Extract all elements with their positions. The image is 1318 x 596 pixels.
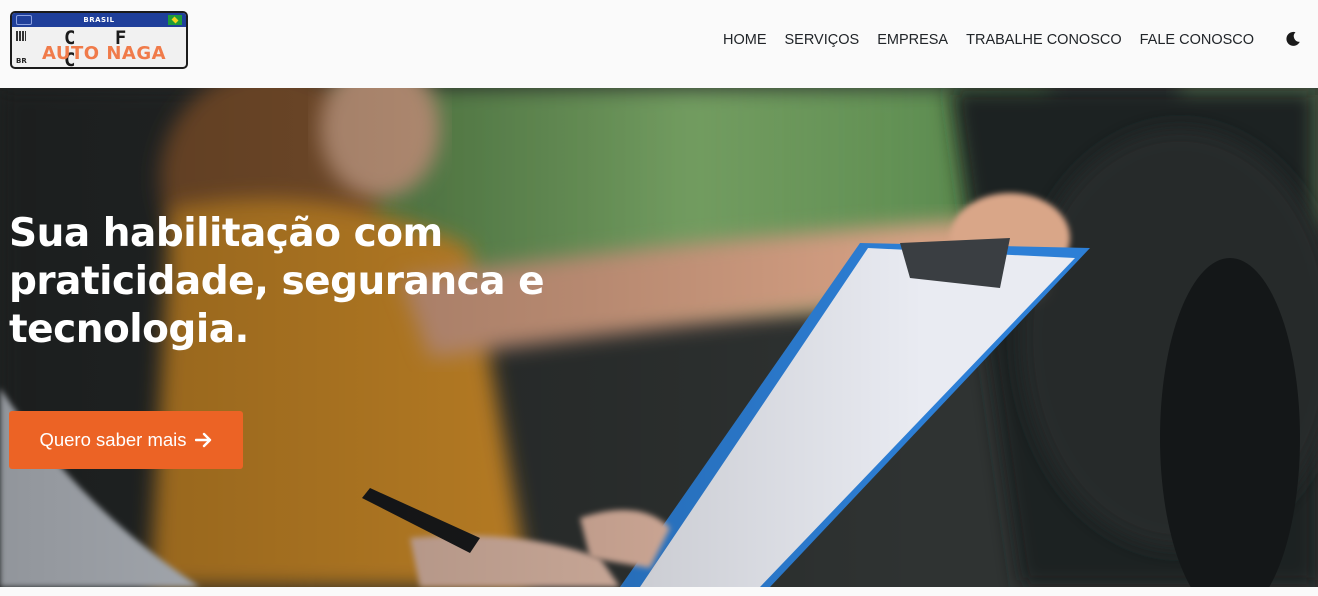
nav-item-empresa[interactable]: EMPRESA: [877, 31, 948, 49]
logo[interactable]: BRASIL BR C F C AUTO NAGA: [10, 11, 188, 69]
brazil-flag-icon: [168, 15, 182, 25]
nav-item-servicos[interactable]: SERVIÇOS: [785, 31, 860, 49]
moon-icon[interactable]: [1285, 31, 1301, 47]
logo-line-2: AUTO NAGA: [42, 43, 167, 64]
plate-country: BRASIL: [83, 16, 115, 24]
nav-item-fale-conosco[interactable]: FALE CONOSCO: [1140, 31, 1254, 49]
main-nav: HOME SERVIÇOS EMPRESA TRABALHE CONOSCO F…: [723, 31, 1272, 49]
mercosul-icon: [16, 15, 32, 25]
hero-section: Sua habilitação com praticidade, seguran…: [0, 88, 1318, 587]
cta-label: Quero saber mais: [39, 429, 187, 450]
arrow-right-icon: [194, 432, 213, 448]
nav-item-trabalhe-conosco[interactable]: TRABALHE CONOSCO: [966, 31, 1122, 49]
hero-title: Sua habilitação com praticidade, seguran…: [9, 211, 545, 352]
qr-code-icon: [16, 31, 26, 41]
plate-band: BRASIL: [12, 13, 186, 27]
cta-button[interactable]: Quero saber mais: [9, 411, 243, 469]
plate-code: BR: [16, 57, 27, 65]
site-header: BRASIL BR C F C AUTO NAGA HOME SERVIÇOS …: [0, 0, 1318, 88]
page-bottom: [0, 587, 1318, 596]
nav-item-home[interactable]: HOME: [723, 31, 767, 49]
